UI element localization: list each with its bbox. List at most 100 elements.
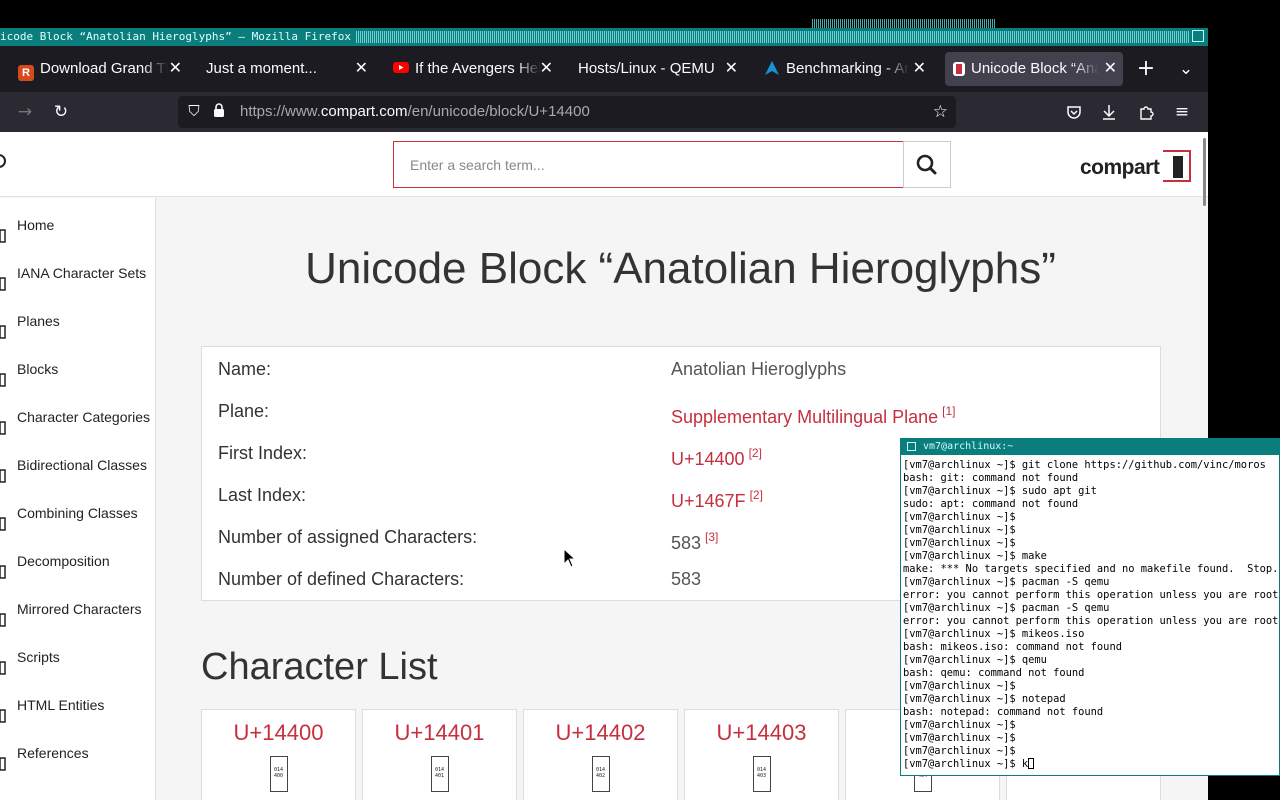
- tab-download-grand-theft[interactable]: R Download Grand Th ✕: [18, 52, 188, 86]
- close-tab-icon[interactable]: ✕: [355, 52, 368, 86]
- sidebar-item-home[interactable]: Home: [0, 205, 156, 245]
- close-tab-icon[interactable]: ✕: [169, 52, 182, 86]
- window-titlebar[interactable]: icode Block “Anatolian Hieroglyphs” — Mo…: [0, 28, 1208, 46]
- downloads-icon[interactable]: [1097, 92, 1121, 132]
- terminal-line: bash: mikeos.iso: command not found: [903, 641, 1122, 653]
- character-card[interactable]: U+14403 014 403: [684, 709, 839, 800]
- character-card[interactable]: U+14400 014 400: [201, 709, 356, 800]
- sidebar-item-planes[interactable]: Planes: [0, 301, 156, 341]
- references-icon: [0, 746, 8, 771]
- terminal-line: [vm7@archlinux ~]$ qemu: [903, 654, 1047, 666]
- search-field[interactable]: [393, 141, 904, 188]
- sidebar-item-decomposition[interactable]: Decomposition: [0, 541, 156, 581]
- info-value[interactable]: U+1467F [2]: [671, 474, 763, 522]
- page-title: Unicode Block “Anatolian Hieroglyphs”: [305, 244, 1056, 293]
- menu-hamburger-icon[interactable]: ≡: [1170, 92, 1194, 132]
- maximize-icon[interactable]: [1192, 30, 1204, 42]
- terminal-menu-icon[interactable]: [907, 442, 916, 451]
- pocket-icon[interactable]: [1062, 92, 1086, 132]
- decomposition-icon: [0, 554, 8, 579]
- code-point[interactable]: U+14403: [685, 720, 838, 746]
- tab-hosts-linux-qemu[interactable]: Hosts/Linux - QEMU ✕: [578, 52, 744, 86]
- sidebar-item-bidirectional-classes[interactable]: Bidirectional Classes: [0, 445, 156, 485]
- bookmark-star-icon[interactable]: ☆: [933, 96, 948, 128]
- reference-link[interactable]: [2]: [750, 488, 763, 502]
- close-tab-icon[interactable]: ✕: [1104, 52, 1117, 86]
- terminal-output[interactable]: [vm7@archlinux ~]$ git clone https://git…: [901, 455, 1279, 775]
- info-key: First Index:: [218, 443, 308, 463]
- sidebar-item-character-categories[interactable]: Character Categories: [0, 397, 156, 437]
- reference-link[interactable]: [1]: [942, 404, 955, 418]
- info-key: Number of assigned Characters:: [218, 527, 478, 547]
- terminal-cursor: [1028, 758, 1035, 769]
- new-tab-icon[interactable]: +: [1134, 49, 1158, 89]
- search-button[interactable]: [903, 141, 951, 188]
- sidebar-item-html-entities[interactable]: HTML Entities: [0, 685, 156, 725]
- sidebar-item-combining-classes[interactable]: Combining Classes: [0, 493, 156, 533]
- arch-icon: [764, 55, 780, 75]
- missing-glyph-box: 014 403: [752, 756, 771, 792]
- missing-glyph-box: 014 402: [591, 756, 610, 792]
- close-tab-icon[interactable]: ✕: [725, 52, 738, 86]
- compart-icon: [953, 62, 965, 76]
- url-text[interactable]: https://www.compart.com/en/unicode/block…: [240, 96, 590, 128]
- page-scrollbar[interactable]: [1203, 138, 1206, 206]
- missing-glyph-box: 014 401: [430, 756, 449, 792]
- terminal-window[interactable]: vm7@archlinux:~ [vm7@archlinux ~]$ git c…: [900, 438, 1280, 776]
- url-bar[interactable]: ⛉ https://www.compart.com/en/unicode/blo…: [178, 96, 956, 128]
- terminal-line: [vm7@archlinux ~]$ pacman -S qemu: [903, 602, 1110, 614]
- glyph-hex-bottom: 402: [595, 773, 606, 779]
- glyph-hex-bottom: 400: [273, 773, 284, 779]
- site-menu-icon[interactable]: [0, 154, 6, 168]
- terminal-line: [vm7@archlinux ~]$ pacman -S qemu: [903, 576, 1110, 588]
- sidebar-item-scripts[interactable]: Scripts: [0, 637, 156, 677]
- info-value[interactable]: U+14400 [2]: [671, 432, 762, 480]
- sidebar-item-label: HTML Entities: [17, 697, 105, 713]
- extensions-icon[interactable]: [1134, 92, 1158, 132]
- terminal-line: [vm7@archlinux ~]$: [903, 537, 1016, 549]
- scripts-icon: [0, 650, 8, 675]
- sidebar-item-blocks[interactable]: Blocks: [0, 349, 156, 389]
- info-value-text: 583: [671, 533, 702, 553]
- close-tab-icon[interactable]: ✕: [540, 52, 553, 86]
- shield-icon[interactable]: ⛉: [184, 96, 204, 128]
- tab-avengers-video[interactable]: If the Avengers Hel ✕: [393, 52, 559, 86]
- terminal-line: bash: git: command not found: [903, 472, 1079, 484]
- terminal-line: make: *** No targets specified and no ma…: [903, 563, 1279, 575]
- missing-glyph-box: 014 400: [269, 756, 288, 792]
- sidebar-item-mirrored-characters[interactable]: Mirrored Characters: [0, 589, 156, 629]
- info-value[interactable]: Supplementary Multilingual Plane [1]: [671, 390, 956, 438]
- terminal-line: [vm7@archlinux ~]$ mikeos.iso: [903, 628, 1085, 640]
- close-tab-icon[interactable]: ✕: [913, 52, 926, 86]
- character-card[interactable]: U+14401 014 401: [362, 709, 517, 800]
- reference-link[interactable]: [2]: [749, 446, 762, 460]
- site-header: compart: [0, 132, 1208, 197]
- desktop-background: [1208, 46, 1280, 438]
- compart-logo[interactable]: compart: [1080, 150, 1192, 182]
- info-key: Plane:: [218, 401, 270, 421]
- code-point[interactable]: U+14402: [524, 720, 677, 746]
- info-value-text: Anatolian Hieroglyphs: [671, 359, 847, 379]
- reference-link[interactable]: [3]: [705, 530, 718, 544]
- code-point[interactable]: U+14401: [363, 720, 516, 746]
- reload-icon[interactable]: ↻: [49, 92, 73, 132]
- terminal-line: [vm7@archlinux ~]$: [903, 732, 1016, 744]
- sidebar-item-iana-character-sets[interactable]: IANA Character Sets: [0, 253, 156, 293]
- sidebar: Home IANA Character Sets Planes Blocks Chara…: [0, 198, 156, 800]
- sidebar-item-label: Planes: [17, 313, 60, 329]
- terminal-line: [vm7@archlinux ~]$: [903, 511, 1016, 523]
- search-input[interactable]: [394, 142, 904, 187]
- character-card[interactable]: U+14402 014 402: [523, 709, 678, 800]
- terminal-titlebar[interactable]: vm7@archlinux:~: [901, 439, 1279, 455]
- terminal-line: [vm7@archlinux ~]$: [903, 680, 1016, 692]
- code-point[interactable]: U+14400: [202, 720, 355, 746]
- forward-icon[interactable]: →: [13, 92, 37, 132]
- tab-unicode-block[interactable]: Unicode Block “Ana ✕: [945, 52, 1123, 86]
- tab-list-chevron-icon[interactable]: ⌄: [1174, 49, 1198, 89]
- tab-benchmarking[interactable]: Benchmarking - Ar ✕: [764, 52, 932, 86]
- lock-icon[interactable]: [212, 96, 228, 128]
- sidebar-item-references[interactable]: References: [0, 733, 156, 773]
- combining-icon: [0, 506, 8, 531]
- sidebar-item-label: Bidirectional Classes: [17, 457, 147, 473]
- tab-just-a-moment[interactable]: Just a moment... ✕: [206, 52, 374, 86]
